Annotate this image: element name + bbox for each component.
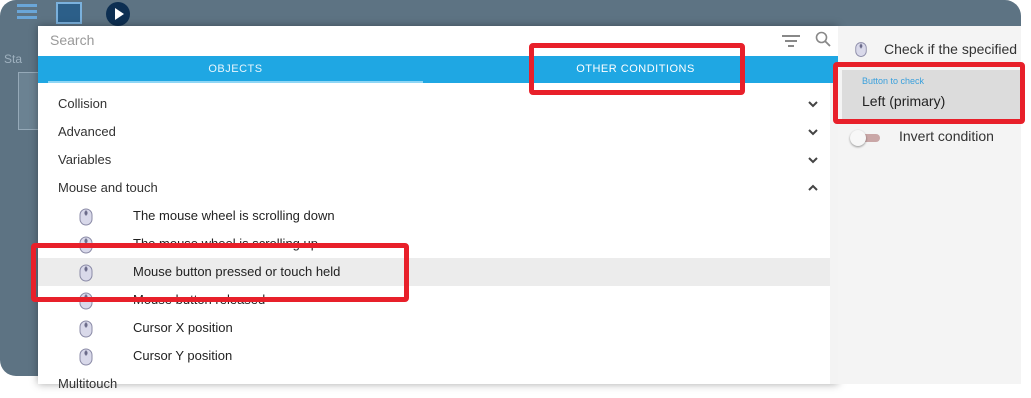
list-item-wheel-up[interactable]: The mouse wheel is scrolling up xyxy=(38,230,830,258)
category-label: Collision xyxy=(58,96,108,111)
category-label: Advanced xyxy=(58,124,116,139)
category-collision[interactable]: Collision xyxy=(38,90,830,118)
search-icon[interactable] xyxy=(815,31,831,47)
category-label: Mouse and touch xyxy=(58,180,158,195)
mouse-icon xyxy=(79,208,93,226)
invert-label: Invert condition xyxy=(899,128,994,144)
condition-details-panel: Check if the specified Button to check L… xyxy=(838,26,1024,384)
category-mouse-and-touch[interactable]: Mouse and touch xyxy=(38,174,830,202)
list-item-label: The mouse wheel is scrolling down xyxy=(133,208,335,223)
invert-toggle[interactable] xyxy=(850,130,880,146)
list-item-label: The mouse wheel is scrolling up xyxy=(133,236,318,251)
category-variables[interactable]: Variables xyxy=(38,146,830,174)
list-icon[interactable] xyxy=(14,2,40,24)
category-advanced[interactable]: Advanced xyxy=(38,118,830,146)
mouse-icon xyxy=(79,292,93,310)
scrollbar[interactable] xyxy=(830,83,838,384)
list-item-cursor-x[interactable]: Cursor X position xyxy=(38,314,830,342)
background-label: Sta xyxy=(4,52,23,66)
mouse-icon xyxy=(79,264,93,282)
search-bar xyxy=(38,26,838,54)
condition-dialog: OBJECTS OTHER CONDITIONS Collision Advan… xyxy=(38,26,838,391)
chevron-down-icon xyxy=(808,157,818,164)
list-item-label: Mouse button pressed or touch held xyxy=(133,264,341,279)
list-item-wheel-down[interactable]: The mouse wheel is scrolling down xyxy=(38,202,830,230)
list-item-label: Cursor X position xyxy=(133,320,233,335)
list-item-label: Mouse button released xyxy=(133,292,266,307)
search-input[interactable] xyxy=(50,30,750,50)
filter-icon[interactable] xyxy=(782,35,800,47)
field-value: Left (primary) xyxy=(862,93,946,109)
list-item-label: Cursor Y position xyxy=(133,348,233,363)
condition-list: Collision Advanced Variables Mouse and t… xyxy=(38,90,830,398)
play-icon[interactable] xyxy=(106,2,130,26)
mouse-icon xyxy=(79,348,93,366)
tab-objects[interactable]: OBJECTS xyxy=(38,56,433,83)
chevron-down-icon xyxy=(808,129,818,136)
mouse-icon xyxy=(855,42,867,57)
chevron-down-icon xyxy=(808,101,818,108)
button-select[interactable]: Button to check Left (primary) xyxy=(842,70,1024,122)
mouse-icon xyxy=(79,320,93,338)
tab-other-conditions[interactable]: OTHER CONDITIONS xyxy=(433,56,838,83)
list-item-mouse-released[interactable]: Mouse button released xyxy=(38,286,830,314)
category-label: Variables xyxy=(58,152,112,167)
chevron-up-icon xyxy=(808,184,818,191)
list-item-cursor-y[interactable]: Cursor Y position xyxy=(38,342,830,370)
document-icon[interactable] xyxy=(56,2,82,24)
field-label: Button to check xyxy=(862,76,925,86)
mouse-icon xyxy=(79,236,93,254)
tab-bar: OBJECTS OTHER CONDITIONS xyxy=(38,56,838,83)
list-item-mouse-pressed[interactable]: Mouse button pressed or touch held xyxy=(38,258,830,286)
category-multitouch[interactable]: Multitouch xyxy=(38,370,830,398)
condition-description: Check if the specified xyxy=(884,41,1018,57)
